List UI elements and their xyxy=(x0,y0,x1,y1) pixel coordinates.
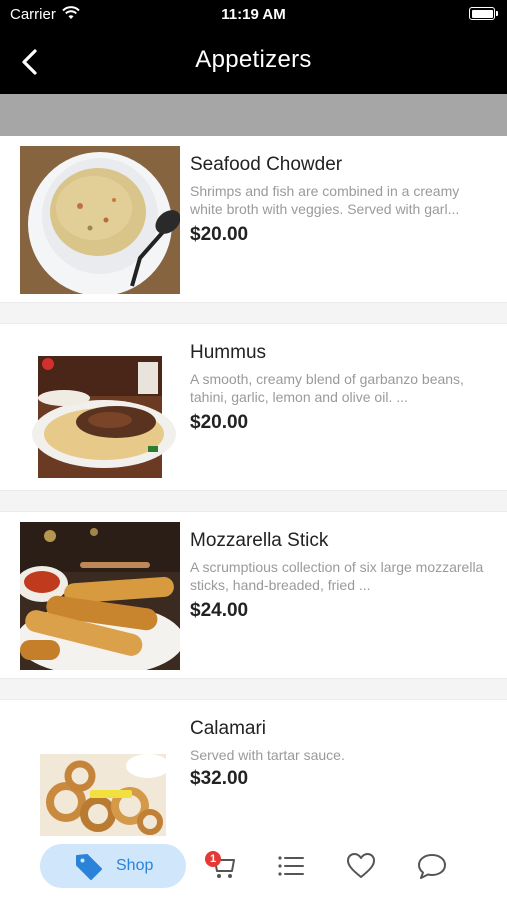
divider xyxy=(0,678,507,700)
list-icon[interactable] xyxy=(275,850,307,882)
hummus-photo xyxy=(20,334,180,482)
tab-bar: Shop 1 xyxy=(0,836,507,900)
divider xyxy=(0,490,507,512)
list-item[interactable]: Mozzarella Stick A scrumptious collectio… xyxy=(0,512,507,700)
chat-icon[interactable] xyxy=(416,850,448,882)
divider xyxy=(0,302,507,324)
tab-shop[interactable]: Shop xyxy=(40,844,186,888)
status-bar: Carrier 11:19 AM xyxy=(0,0,507,30)
tab-shop-label: Shop xyxy=(116,857,154,874)
menu-list: Seafood Chowder Shrimps and fish are com… xyxy=(0,136,507,888)
item-name: Seafood Chowder xyxy=(190,154,343,175)
item-description: Shrimps and fish are combined in a cream… xyxy=(190,183,460,217)
clock: 11:19 AM xyxy=(221,6,286,23)
item-price: $32.00 xyxy=(190,768,249,789)
item-name: Hummus xyxy=(190,342,267,363)
item-name: Mozzarella Stick xyxy=(190,530,329,551)
item-description: Served with tartar sauce. xyxy=(190,747,345,763)
cart-badge: 1 xyxy=(205,851,221,867)
header-band xyxy=(0,94,507,136)
battery-icon xyxy=(469,7,498,20)
mozzarella-sticks-photo xyxy=(20,522,180,670)
page-title: Appetizers xyxy=(195,46,312,73)
tag-icon xyxy=(76,854,102,880)
seafood-chowder-photo xyxy=(20,146,180,294)
item-description: A smooth, creamy blend of garbanzo beans… xyxy=(190,371,464,405)
heart-icon[interactable] xyxy=(345,850,377,882)
item-description: A scrumptious collection of six large mo… xyxy=(190,559,484,593)
nav-bar: Appetizers xyxy=(0,30,507,94)
list-item[interactable]: Seafood Chowder Shrimps and fish are com… xyxy=(0,136,507,324)
item-price: $20.00 xyxy=(190,412,249,433)
item-price: $24.00 xyxy=(190,600,249,621)
item-name: Calamari xyxy=(190,718,267,739)
item-price: $20.00 xyxy=(190,224,249,245)
list-item[interactable]: Hummus A smooth, creamy blend of garbanz… xyxy=(0,324,507,512)
